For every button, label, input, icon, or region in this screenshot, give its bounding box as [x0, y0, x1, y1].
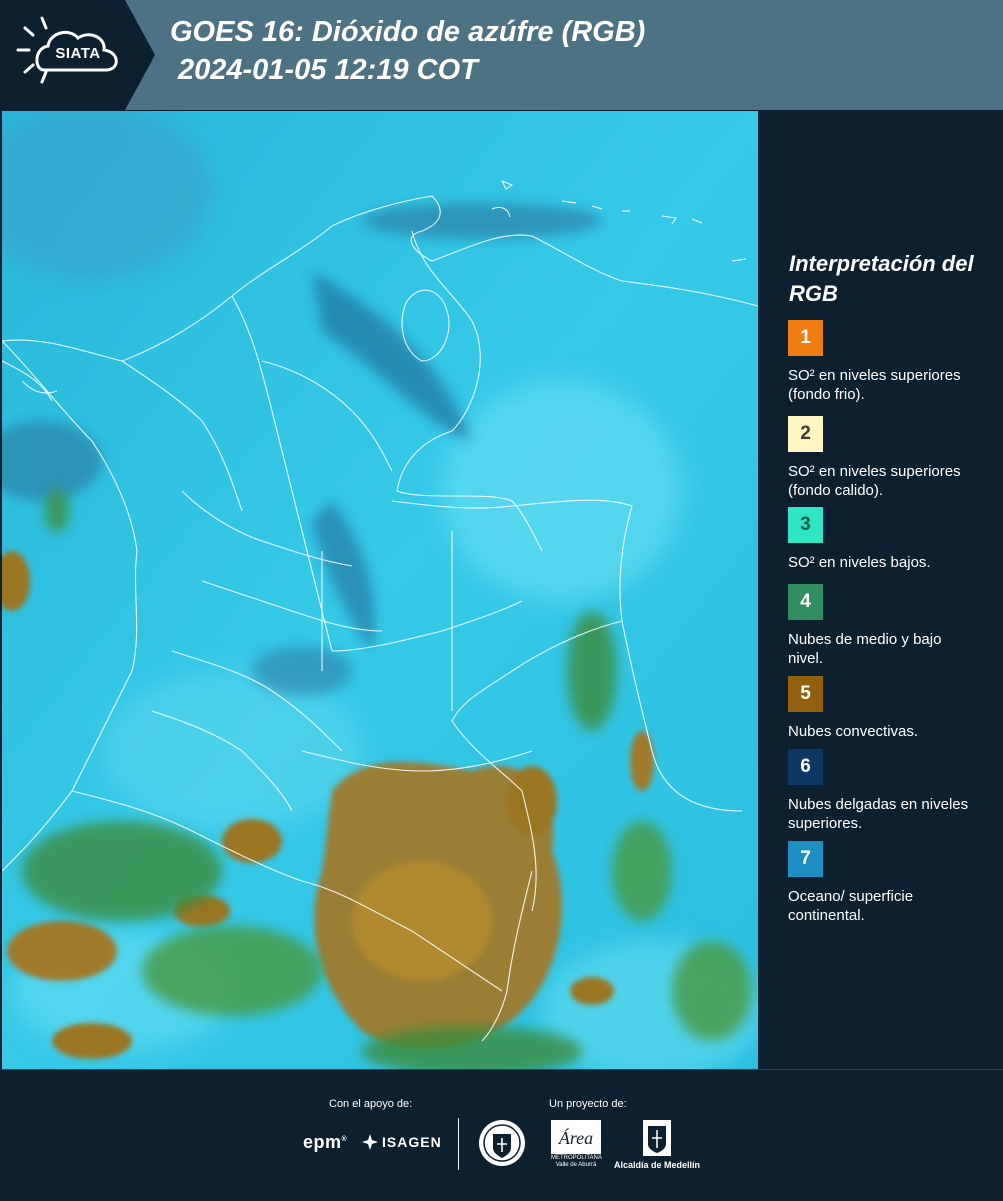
page-timestamp: 2024-01-05 12:19 COT	[178, 54, 478, 86]
satellite-map[interactable]	[2, 111, 758, 1069]
legend-swatch: 3	[788, 507, 823, 543]
legend-label: SO² en niveles superiores (fondo frio).	[788, 367, 961, 403]
legend-item-1: 1 SO² en niveles superiores (fondo frio)…	[788, 320, 988, 404]
area-logo-icon: Área	[551, 1120, 601, 1154]
legend-panel: Interpretación del RGB 1 SO² en niveles …	[760, 111, 1003, 1069]
area-logo-subtext: METROPOLITANA Valle de Aburrá	[551, 1155, 602, 1168]
legend-item-4: 4 Nubes de medio y bajo nivel.	[788, 584, 988, 668]
seal-icon	[479, 1120, 525, 1166]
legend-swatch: 7	[788, 841, 823, 877]
logo-text: SIATA	[55, 45, 101, 62]
legend-swatch: 6	[788, 749, 823, 785]
alcaldia-medellin-logo[interactable]: Alcaldía de Medellín	[612, 1120, 702, 1190]
legend-label: Nubes convectivas.	[788, 723, 919, 740]
goes-so2-rgb-image	[2, 111, 758, 1069]
legend-item-2: 2 SO² en niveles superiores (fondo calid…	[788, 416, 988, 500]
legend-label: SO² en niveles bajos.	[788, 554, 931, 571]
epm-logo[interactable]: epm®	[303, 1132, 347, 1153]
legend-item-7: 7 Oceano/ superficie continental.	[788, 841, 988, 925]
footer: Con el apoyo de: Un proyecto de: epm® IS…	[0, 1069, 1003, 1201]
legend-label: Nubes de medio y bajo nivel.	[788, 631, 942, 667]
legend-swatch: 5	[788, 676, 823, 712]
page-title: GOES 16: Dióxido de azúfre (RGB)	[170, 16, 646, 48]
support-label: Con el apoyo de:	[329, 1098, 413, 1110]
alcaldia-shield-icon	[643, 1120, 671, 1156]
isagen-star-icon	[362, 1134, 378, 1150]
medellin-seal-logo[interactable]	[477, 1118, 527, 1168]
area-metropolitana-logo[interactable]: Área METROPOLITANA Valle de Aburrá	[551, 1120, 602, 1170]
footer-divider	[458, 1118, 459, 1170]
legend-label: Oceano/ superficie continental.	[788, 888, 914, 924]
legend-title: Interpretación del RGB	[789, 251, 974, 306]
epm-logo-text: epm	[303, 1132, 342, 1152]
legend-swatch: 4	[788, 584, 823, 620]
legend-item-6: 6 Nubes delgadas en niveles superiores.	[788, 749, 988, 833]
legend-item-5: 5 Nubes convectivas.	[788, 676, 988, 741]
project-label: Un proyecto de:	[549, 1098, 627, 1110]
alcaldia-label: Alcaldía de Medellín	[613, 1160, 701, 1170]
area-logo-text: Área	[558, 1127, 593, 1148]
isagen-logo[interactable]: ISAGEN	[362, 1134, 442, 1150]
siata-logo[interactable]: SIATA	[0, 0, 155, 110]
isagen-logo-text: ISAGEN	[382, 1134, 442, 1150]
legend-swatch: 2	[788, 416, 823, 452]
legend-item-3: 3 SO² en niveles bajos.	[788, 507, 988, 572]
legend-label: Nubes delgadas en niveles superiores.	[788, 796, 969, 832]
legend-label: SO² en niveles superiores (fondo calido)…	[788, 463, 961, 499]
legend-swatch: 1	[788, 320, 823, 356]
header: SIATA GOES 16: Dióxido de azúfre (RGB) 2…	[0, 0, 1003, 110]
